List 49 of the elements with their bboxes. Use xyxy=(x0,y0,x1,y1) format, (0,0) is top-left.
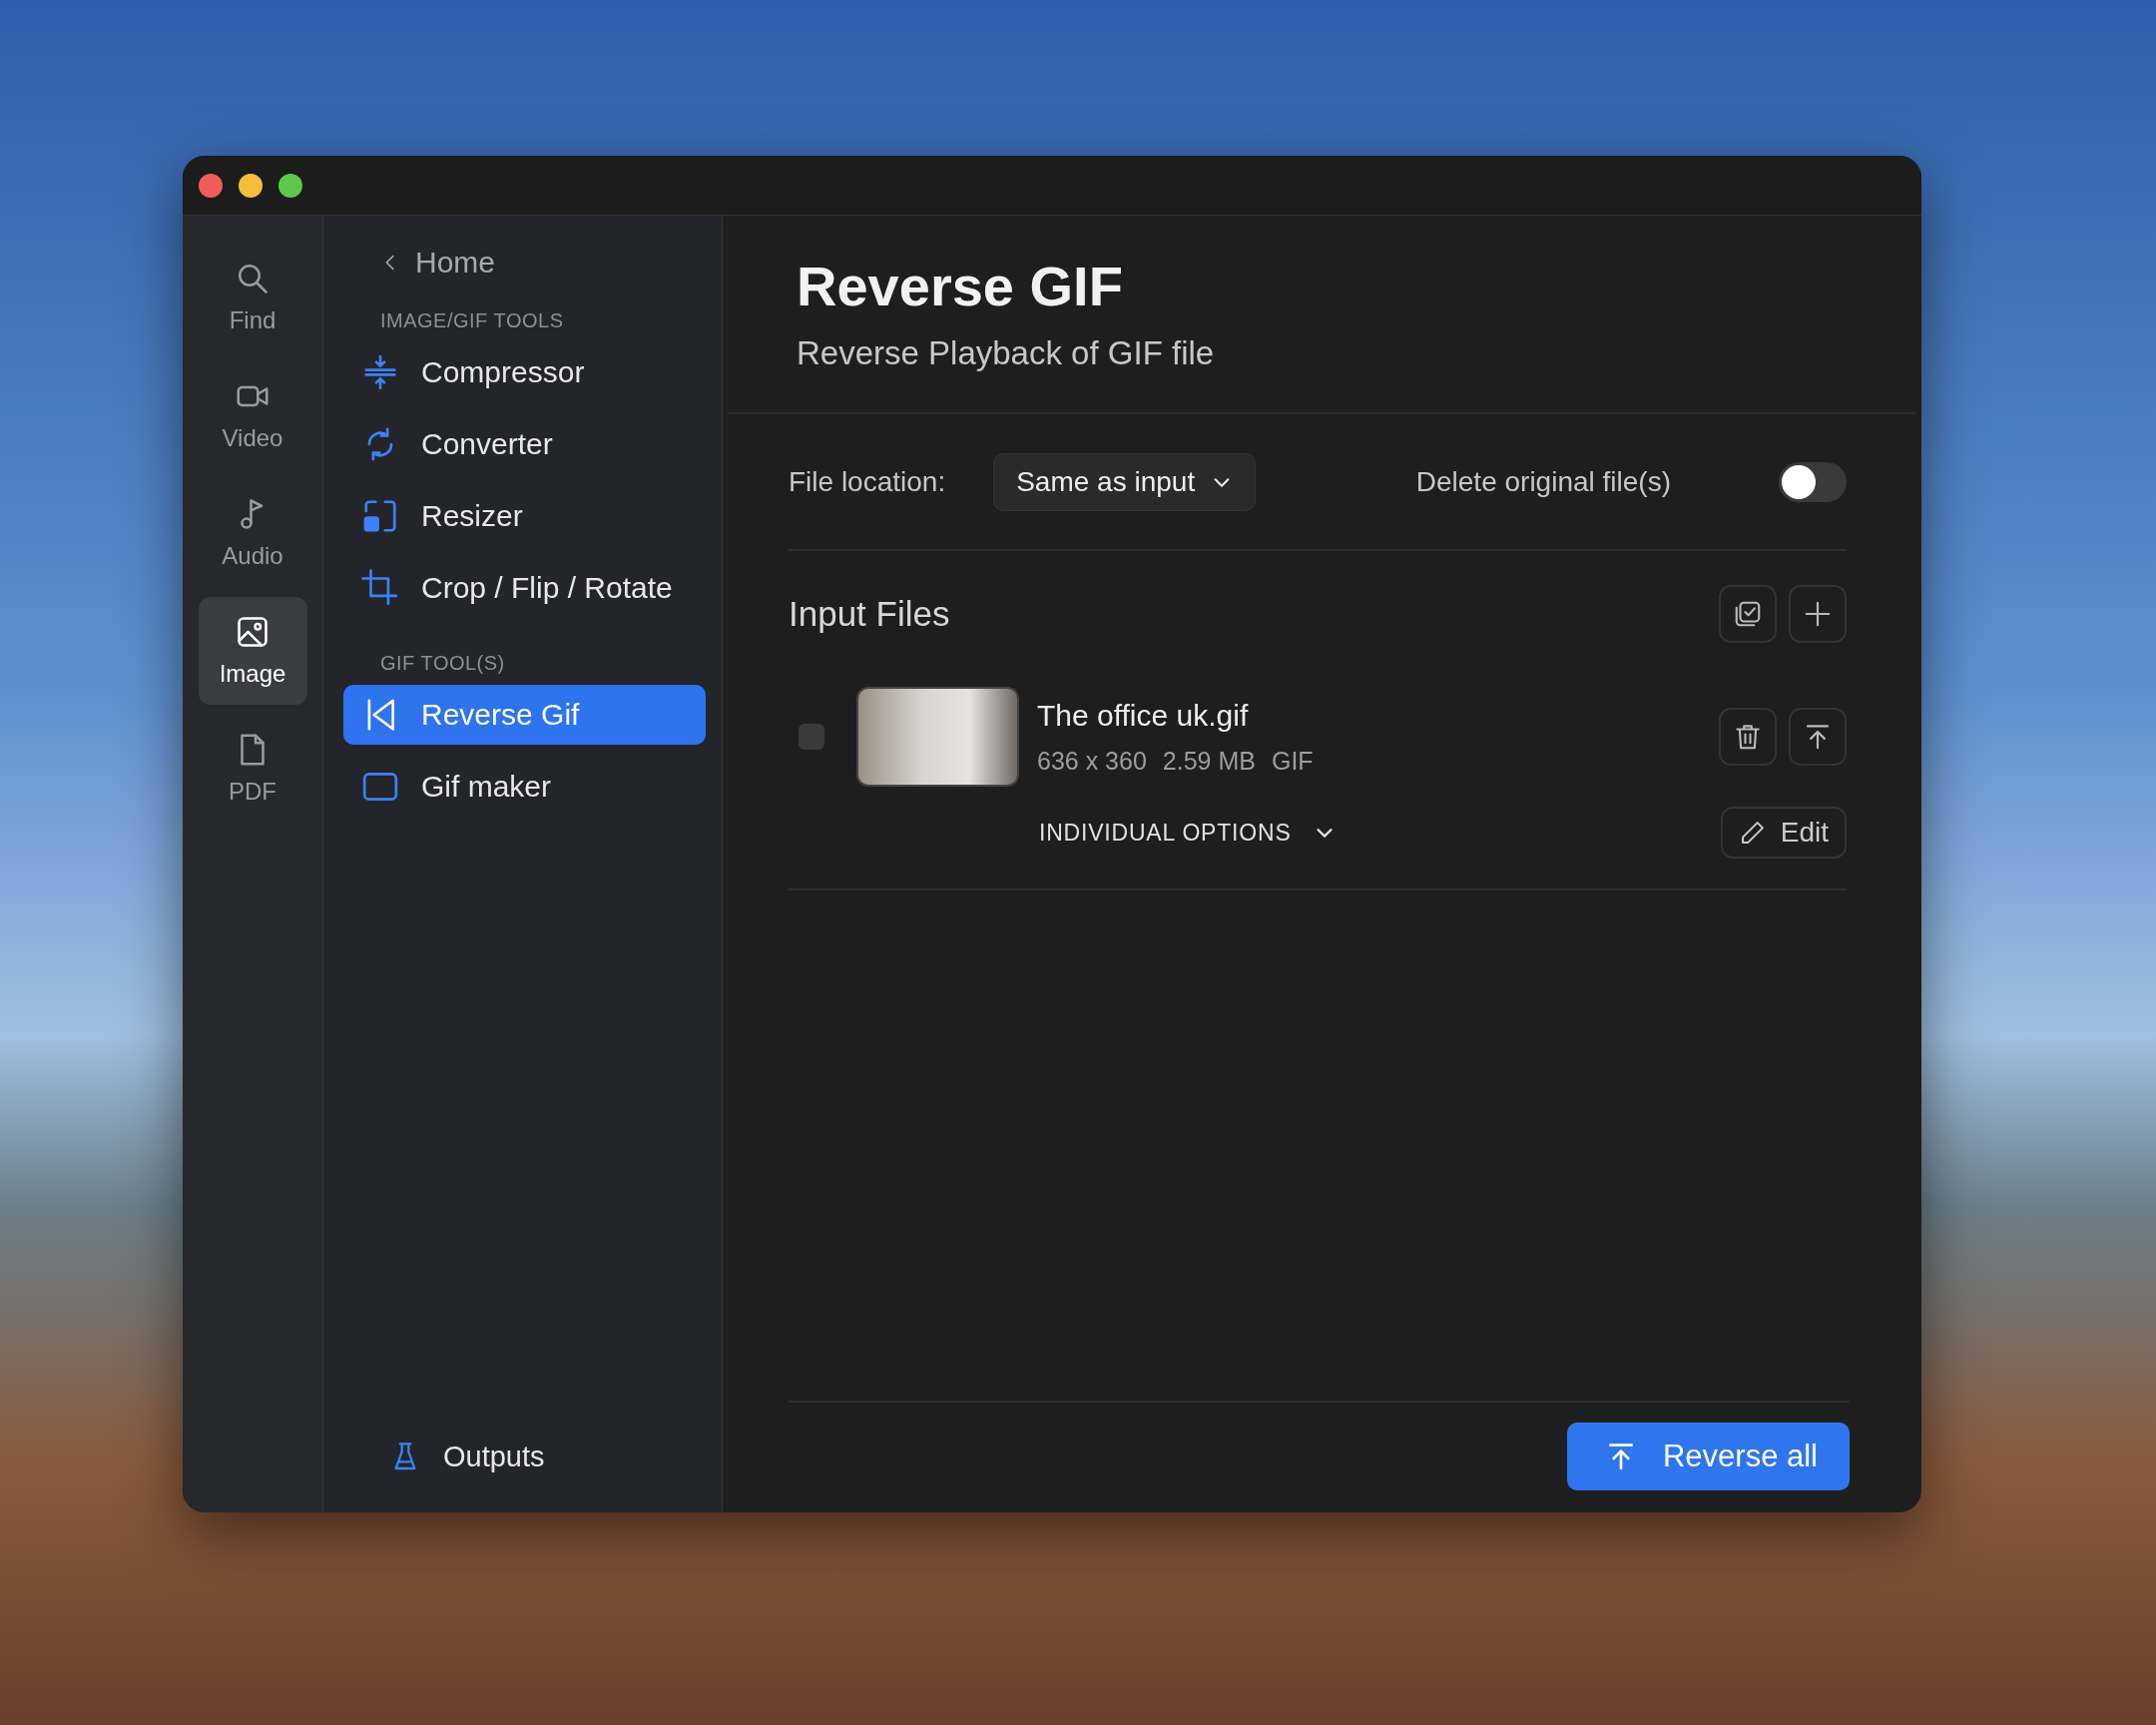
rail-label: Image xyxy=(219,660,286,688)
delete-file-button[interactable] xyxy=(1719,708,1777,766)
outputs-item[interactable]: Outputs xyxy=(343,1427,706,1486)
close-button[interactable] xyxy=(199,173,223,198)
location-dropdown[interactable]: Same as input xyxy=(993,452,1257,511)
toggle-switch[interactable] xyxy=(1779,461,1847,502)
page-subtitle: Reverse Playback of GIF file xyxy=(797,334,1216,372)
plus-icon xyxy=(1803,599,1833,629)
rail-label: PDF xyxy=(229,778,276,806)
crop-icon xyxy=(361,569,399,607)
file-name: The office uk.gif xyxy=(1037,698,1250,733)
file-detail: 2.59 MB xyxy=(1162,746,1256,776)
sidebar-item[interactable]: Gif maker xyxy=(343,757,706,817)
rail-item[interactable]: Video xyxy=(198,361,307,469)
section-heading: GIF TOOL(S) xyxy=(379,652,506,675)
sidebar-item[interactable]: Converter xyxy=(343,414,706,474)
rail-item[interactable]: Audio xyxy=(198,479,307,587)
sidebar-item[interactable]: Crop / Flip / Rotate xyxy=(343,558,706,618)
section-title: Input Files xyxy=(789,594,950,634)
rail-item[interactable]: Find xyxy=(198,244,307,351)
trash-icon xyxy=(1733,722,1763,752)
checkbox-stack-icon xyxy=(1733,599,1763,629)
compress-icon xyxy=(361,353,399,391)
export-file-button[interactable] xyxy=(1789,708,1847,766)
sidebar-item[interactable]: Compressor xyxy=(343,342,706,402)
select-all-button[interactable] xyxy=(1719,585,1777,643)
file-detail: GIF xyxy=(1271,746,1314,776)
section-heading: IMAGE/GIF TOOLS xyxy=(379,309,565,332)
sidebar-item[interactable]: Resizer xyxy=(343,486,706,546)
rail-label: Find xyxy=(229,306,276,334)
field-label: File location: xyxy=(789,465,946,498)
edit-button[interactable]: Edit xyxy=(1720,807,1847,859)
resize-icon xyxy=(361,497,399,535)
rail-label: Video xyxy=(222,424,283,452)
toggle-label: Delete original file(s) xyxy=(1415,465,1671,498)
zoom-button[interactable] xyxy=(278,173,302,198)
file-checkbox[interactable] xyxy=(799,724,824,750)
reverse-all-button[interactable]: Reverse all xyxy=(1566,1423,1850,1490)
rail-item[interactable]: PDF xyxy=(198,715,307,823)
back-link[interactable]: Home xyxy=(343,238,706,288)
file-detail: 636 x 360 xyxy=(1037,746,1147,776)
rail-label: Audio xyxy=(222,542,283,570)
add-file-button[interactable] xyxy=(1789,585,1847,643)
page-title: Reverse GIF xyxy=(797,254,1124,318)
image-icon xyxy=(235,614,270,650)
minimize-button[interactable] xyxy=(239,173,263,198)
rail-item[interactable]: Image xyxy=(198,597,307,705)
options-toggle[interactable]: INDIVIDUAL OPTIONS xyxy=(1039,819,1336,847)
sidebar-item[interactable]: Reverse Gif xyxy=(343,685,706,745)
